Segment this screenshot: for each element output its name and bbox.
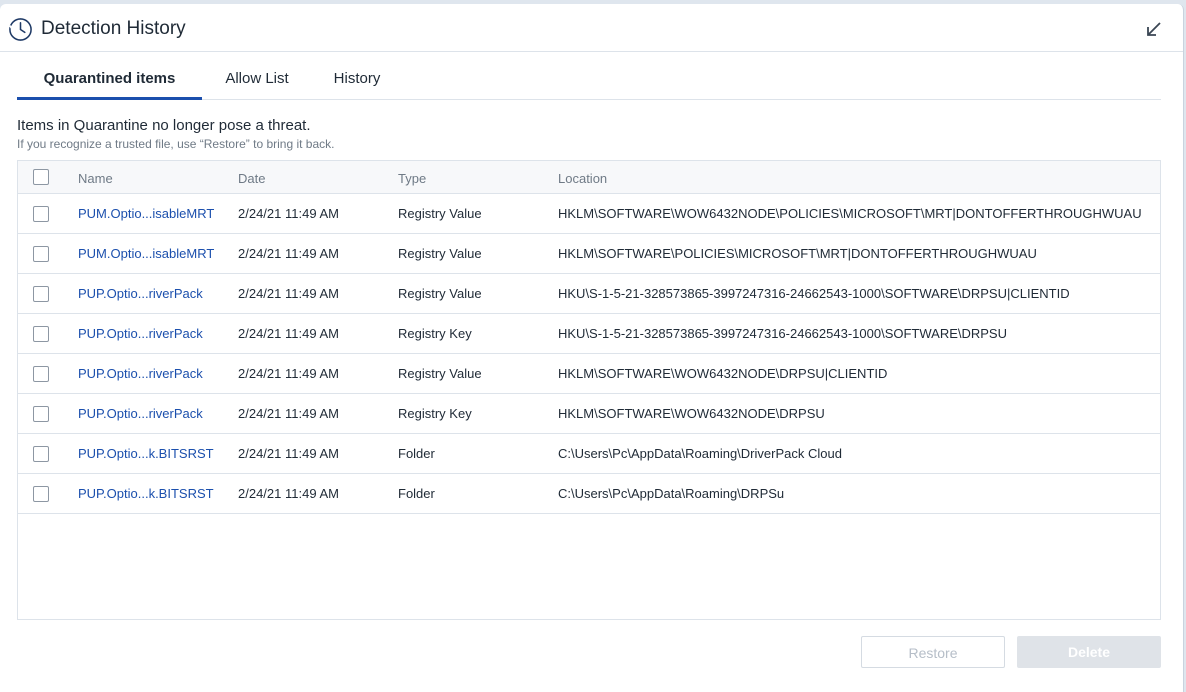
row-checkbox[interactable]: [33, 366, 49, 382]
row-date: 2/24/21 11:49 AM: [238, 286, 339, 301]
title-bar: Detection History: [0, 4, 1183, 52]
row-checkbox[interactable]: [33, 446, 49, 462]
tab-quarantined-items[interactable]: Quarantined items: [17, 62, 202, 100]
table-row[interactable]: PUM.Optio...isableMRT 2/24/21 11:49 AM R…: [18, 234, 1160, 274]
row-date: 2/24/21 11:49 AM: [238, 486, 339, 501]
column-header-date[interactable]: Date: [238, 171, 265, 186]
table-row[interactable]: PUP.Optio...riverPack 2/24/21 11:49 AM R…: [18, 394, 1160, 434]
row-location: HKLM\SOFTWARE\WOW6432NODE\POLICIES\MICRO…: [558, 206, 1142, 221]
row-date: 2/24/21 11:49 AM: [238, 406, 339, 421]
threat-name-link[interactable]: PUM.Optio...isableMRT: [78, 206, 214, 221]
select-all-checkbox[interactable]: [33, 169, 49, 185]
row-checkbox[interactable]: [33, 406, 49, 422]
row-date: 2/24/21 11:49 AM: [238, 206, 339, 221]
row-type: Registry Key: [398, 326, 472, 341]
threat-name-link[interactable]: PUP.Optio...k.BITSRST: [78, 486, 214, 501]
row-type: Folder: [398, 446, 435, 461]
table-row[interactable]: PUP.Optio...riverPack 2/24/21 11:49 AM R…: [18, 354, 1160, 394]
quarantine-hint-text: If you recognize a trusted file, use “Re…: [17, 137, 335, 151]
row-location: C:\Users\Pc\AppData\Roaming\DRPSu: [558, 486, 785, 501]
table-row[interactable]: PUP.Optio...riverPack 2/24/21 11:49 AM R…: [18, 314, 1160, 354]
table-row[interactable]: PUP.Optio...k.BITSRST 2/24/21 11:49 AM F…: [18, 434, 1160, 474]
window-title: Detection History: [41, 18, 186, 39]
clock-icon: [9, 18, 32, 41]
row-date: 2/24/21 11:49 AM: [238, 246, 339, 261]
row-location: C:\Users\Pc\AppData\Roaming\DriverPack C…: [558, 446, 842, 461]
delete-button[interactable]: Delete: [1017, 636, 1161, 668]
row-checkbox[interactable]: [33, 486, 49, 502]
row-type: Registry Value: [398, 286, 482, 301]
threat-name-link[interactable]: PUP.Optio...riverPack: [78, 326, 203, 341]
threat-name-link[interactable]: PUP.Optio...riverPack: [78, 366, 203, 381]
column-header-type[interactable]: Type: [398, 171, 426, 186]
threat-name-link[interactable]: PUP.Optio...k.BITSRST: [78, 446, 214, 461]
row-date: 2/24/21 11:49 AM: [238, 446, 339, 461]
row-type: Folder: [398, 486, 435, 501]
table-row[interactable]: PUP.Optio...k.BITSRST 2/24/21 11:49 AM F…: [18, 474, 1160, 514]
row-date: 2/24/21 11:49 AM: [238, 366, 339, 381]
column-header-name[interactable]: Name: [78, 171, 113, 186]
tab-history[interactable]: History: [312, 62, 402, 100]
detection-history-window: Detection History Quarantined items Allo…: [0, 4, 1184, 692]
quarantine-info-text: Items in Quarantine no longer pose a thr…: [17, 117, 311, 134]
row-checkbox[interactable]: [33, 326, 49, 342]
row-location: HKLM\SOFTWARE\WOW6432NODE\DRPSU|CLIENTID: [558, 366, 888, 381]
tab-bar: Quarantined items Allow List History: [17, 62, 1161, 100]
row-location: HKU\S-1-5-21-328573865-3997247316-246625…: [558, 286, 1070, 301]
row-location: HKU\S-1-5-21-328573865-3997247316-246625…: [558, 326, 1007, 341]
table-row[interactable]: PUM.Optio...isableMRT 2/24/21 11:49 AM R…: [18, 194, 1160, 234]
row-type: Registry Value: [398, 206, 482, 221]
row-location: HKLM\SOFTWARE\POLICIES\MICROSOFT\MRT|DON…: [558, 246, 1037, 261]
row-type: Registry Key: [398, 406, 472, 421]
threat-name-link[interactable]: PUP.Optio...riverPack: [78, 406, 203, 421]
row-checkbox[interactable]: [33, 206, 49, 222]
quarantine-table: Name Date Type Location PUM.Optio...isab…: [17, 160, 1161, 620]
row-location: HKLM\SOFTWARE\WOW6432NODE\DRPSU: [558, 406, 825, 421]
table-header: Name Date Type Location: [18, 161, 1160, 194]
column-header-location[interactable]: Location: [558, 171, 607, 186]
row-type: Registry Value: [398, 246, 482, 261]
row-checkbox[interactable]: [33, 246, 49, 262]
tab-allow-list[interactable]: Allow List: [202, 62, 312, 100]
row-date: 2/24/21 11:49 AM: [238, 326, 339, 341]
row-checkbox[interactable]: [33, 286, 49, 302]
restore-button[interactable]: Restore: [861, 636, 1005, 668]
table-row[interactable]: PUP.Optio...riverPack 2/24/21 11:49 AM R…: [18, 274, 1160, 314]
threat-name-link[interactable]: PUP.Optio...riverPack: [78, 286, 203, 301]
row-type: Registry Value: [398, 366, 482, 381]
collapse-arrow-icon[interactable]: [1145, 20, 1163, 38]
threat-name-link[interactable]: PUM.Optio...isableMRT: [78, 246, 214, 261]
